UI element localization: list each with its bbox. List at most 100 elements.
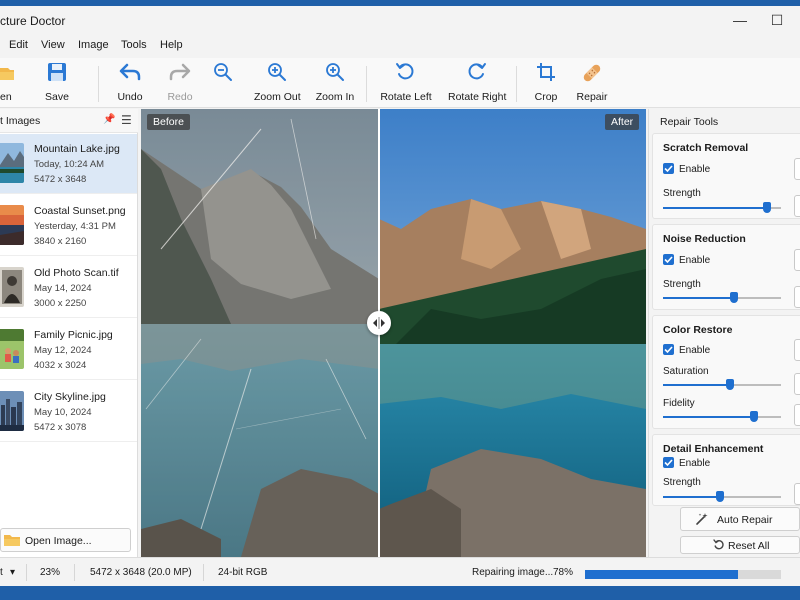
repair-tools-panel: Repair Tools Scratch Removal Enable Stre…: [648, 109, 800, 557]
folder-icon: [0, 62, 14, 86]
after-label: After: [605, 114, 640, 130]
noise-reduction-enable-checkbox[interactable]: [663, 254, 674, 265]
auto-repair-label: Auto Repair: [717, 514, 773, 526]
rotate-right-button[interactable]: Rotate Right: [448, 62, 506, 106]
detail-enhancement-section: Detail Enhancement Enable Strength: [652, 434, 800, 506]
slider-thumb[interactable]: [762, 202, 771, 213]
section-side-control[interactable]: [794, 373, 800, 395]
rotate-left-label: Rotate Left: [380, 91, 432, 103]
enable-label: Enable: [679, 458, 711, 469]
section-title: Scratch Removal: [663, 142, 749, 154]
image-name: Family Picnic.jpg: [34, 329, 113, 341]
strength-slider[interactable]: [663, 202, 781, 213]
slider-thumb[interactable]: [715, 491, 724, 502]
zoom-in-icon: [254, 62, 300, 86]
image-dimensions: 3000 x 2250: [34, 298, 87, 309]
image-dimensions: 5472 x 3078: [34, 422, 87, 433]
status-image-size: 5472 x 3648 (20.0 MP): [90, 567, 192, 578]
status-separator: [74, 564, 75, 581]
status-mode[interactable]: t: [0, 567, 3, 578]
repair-tools-title: Repair Tools: [660, 116, 719, 128]
bandage-icon: [576, 62, 608, 86]
save-icon: [40, 62, 74, 86]
scratch-removal-section: Scratch Removal Enable Strength: [652, 133, 800, 219]
before-label: Before: [147, 114, 190, 130]
compare-slider-handle[interactable]: [367, 311, 391, 335]
left-right-arrows-icon: [373, 317, 385, 329]
hamburger-menu-icon[interactable]: ☰: [121, 113, 132, 127]
folder-icon: [4, 533, 20, 550]
redo-button[interactable]: Redo: [165, 62, 195, 106]
rotate-left-button[interactable]: Rotate Left: [380, 62, 432, 106]
open-image-button[interactable]: Open Image...: [0, 528, 131, 552]
saturation-slider[interactable]: [663, 379, 781, 390]
detail-enhancement-enable-checkbox[interactable]: [663, 457, 674, 468]
reset-all-button[interactable]: Reset All: [680, 536, 800, 554]
image-list-item[interactable]: Old Photo Scan.tif May 14, 2024 3000 x 2…: [0, 258, 137, 318]
undo-button[interactable]: Undo: [113, 62, 147, 106]
slider-label: Saturation: [663, 366, 709, 377]
image-list-item[interactable]: Mountain Lake.jpg Today, 10:24 AM 5472 x…: [0, 134, 137, 194]
scratch-removal-enable-checkbox[interactable]: [663, 163, 674, 174]
toolbar-separator: [98, 66, 99, 102]
section-side-control[interactable]: [794, 249, 800, 271]
chevron-down-icon[interactable]: ▾: [10, 567, 15, 578]
noise-reduction-section: Noise Reduction Enable Strength: [652, 224, 800, 310]
section-side-control[interactable]: [794, 404, 800, 426]
minimize-icon[interactable]: —: [727, 10, 753, 30]
crop-button[interactable]: Crop: [532, 62, 560, 106]
color-restore-section: Color Restore Enable Saturation Fidelity: [652, 315, 800, 429]
image-dimensions: 3840 x 2160: [34, 236, 87, 247]
enable-label: Enable: [679, 345, 711, 356]
menu-view[interactable]: View: [41, 39, 65, 51]
fidelity-slider[interactable]: [663, 411, 781, 422]
section-side-control[interactable]: [794, 158, 800, 180]
strength-slider[interactable]: [663, 491, 781, 502]
zoom-fit-button[interactable]: [211, 62, 235, 106]
undo-icon: [113, 62, 147, 86]
pin-icon[interactable]: 📌: [103, 114, 115, 125]
repair-label: Repair: [576, 91, 608, 103]
section-side-control[interactable]: [794, 195, 800, 217]
thumbnail-family-picnic: [0, 329, 24, 369]
image-name: Mountain Lake.jpg: [34, 143, 120, 155]
menu-bar: Edit View Image Tools Help: [0, 36, 800, 56]
image-list-item[interactable]: Family Picnic.jpg May 12, 2024 4032 x 30…: [0, 320, 137, 380]
image-list-item[interactable]: City Skyline.jpg May 10, 2024 5472 x 307…: [0, 382, 137, 442]
status-separator: [203, 564, 204, 581]
status-zoom: 23%: [40, 567, 61, 578]
zoom-out-button[interactable]: Zoom Out: [254, 62, 301, 106]
auto-repair-button[interactable]: Auto Repair: [680, 507, 800, 531]
toolbar: en Save Undo Redo Zoom Out Zoom In Rotat…: [0, 58, 800, 108]
save-button[interactable]: Save: [40, 62, 74, 106]
mountain-lake-photo: [141, 109, 646, 557]
slider-label: Strength: [663, 188, 701, 199]
slider-thumb[interactable]: [749, 411, 758, 422]
slider-thumb[interactable]: [729, 292, 738, 303]
section-side-control[interactable]: [794, 339, 800, 361]
strength-slider[interactable]: [663, 292, 781, 303]
color-restore-enable-checkbox[interactable]: [663, 344, 674, 355]
image-date: May 14, 2024: [34, 283, 92, 294]
save-label: Save: [45, 91, 69, 103]
repair-button[interactable]: Repair: [576, 62, 608, 106]
menu-image[interactable]: Image: [78, 39, 109, 51]
image-date: Yesterday, 4:31 PM: [34, 221, 116, 232]
menu-tools[interactable]: Tools: [121, 39, 147, 51]
image-date: May 10, 2024: [34, 407, 92, 418]
status-bar: t ▾ 23% 5472 x 3648 (20.0 MP) 24-bit RGB…: [0, 557, 800, 586]
menu-edit[interactable]: Edit: [9, 39, 28, 51]
undo-label: Undo: [117, 91, 143, 103]
crop-label: Crop: [534, 91, 558, 103]
open-button[interactable]: en: [0, 62, 14, 106]
section-side-control[interactable]: [794, 286, 800, 308]
slider-thumb[interactable]: [726, 379, 735, 390]
maximize-icon[interactable]: ☐: [764, 10, 790, 30]
menu-help[interactable]: Help: [160, 39, 183, 51]
image-name: Old Photo Scan.tif: [34, 267, 119, 279]
slider-fill: [663, 207, 767, 209]
image-list-item[interactable]: Coastal Sunset.png Yesterday, 4:31 PM 38…: [0, 196, 137, 256]
image-canvas[interactable]: Before After: [141, 109, 646, 557]
zoom-in-button[interactable]: Zoom In: [314, 62, 356, 106]
section-side-control[interactable]: [794, 483, 800, 505]
